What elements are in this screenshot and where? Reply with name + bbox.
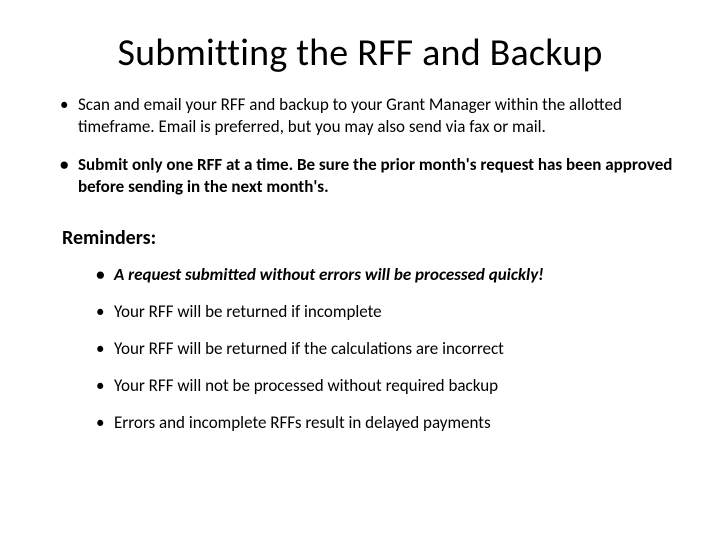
reminder-text: Your RFF will not be processed without r… bbox=[114, 375, 498, 396]
reminders-heading: Reminders: bbox=[62, 226, 680, 250]
bullet-item: Scan and email your RFF and backup to yo… bbox=[60, 94, 680, 138]
reminder-item: Your RFF will be returned if the calcula… bbox=[96, 338, 680, 359]
bullet-text: Submit only one RFF at a time. Be sure t… bbox=[78, 154, 672, 197]
reminder-text: Your RFF will be returned if the calcula… bbox=[114, 338, 504, 359]
bullet-item: Submit only one RFF at a time. Be sure t… bbox=[60, 154, 680, 198]
reminder-item: Your RFF will not be processed without r… bbox=[96, 375, 680, 396]
reminder-item: Errors and incomplete RFFs result in del… bbox=[96, 412, 680, 433]
bullet-text: Scan and email your RFF and backup to yo… bbox=[78, 94, 622, 137]
reminder-text: A request submitted without errors will … bbox=[114, 264, 544, 285]
reminders-list: A request submitted without errors will … bbox=[96, 264, 680, 433]
top-bullet-list: Scan and email your RFF and backup to yo… bbox=[60, 94, 680, 198]
reminder-text: Your RFF will be returned if incomplete bbox=[114, 301, 382, 322]
reminder-item: Your RFF will be returned if incomplete bbox=[96, 301, 680, 322]
reminder-text: Errors and incomplete RFFs result in del… bbox=[114, 412, 491, 433]
slide-title: Submitting the RFF and Backup bbox=[40, 30, 680, 76]
slide: Submitting the RFF and Backup Scan and e… bbox=[0, 0, 720, 540]
reminder-item: A request submitted without errors will … bbox=[96, 264, 680, 285]
